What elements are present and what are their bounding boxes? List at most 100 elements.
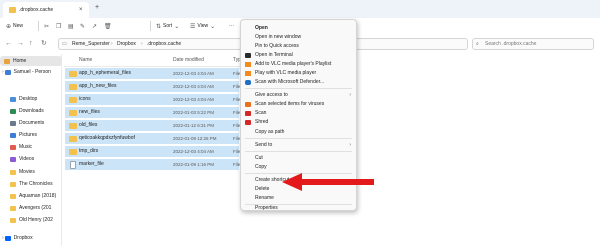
menu-item-open-new-window[interactable]: Open in new window xyxy=(241,33,356,42)
close-icon[interactable]: × xyxy=(79,6,83,14)
file-date: 2022-01-12 6:31 PM xyxy=(173,123,215,128)
sidebar-item-aquaman[interactable]: Aquaman (2018) xyxy=(0,191,62,201)
menu-item-vlc-playlist[interactable]: Add to VLC media player's Playlist xyxy=(241,60,356,69)
sidebar-item-desktop[interactable]: Desktop xyxy=(0,94,62,104)
menu-item-open-terminal[interactable]: Open in Terminal xyxy=(241,51,356,60)
sidebar-item-chronicles[interactable]: The Chronicles xyxy=(0,179,62,189)
menu-item-label: Properties xyxy=(255,205,278,211)
new-tab-button[interactable]: + xyxy=(95,3,99,13)
menu-item-rename[interactable]: Rename xyxy=(241,194,356,203)
breadcrumb-cache[interactable]: .dropbox.cache xyxy=(147,41,181,48)
file-name: tmp_dirs xyxy=(79,148,99,154)
menu-item-pin-quick-access[interactable]: Pin to Quick access xyxy=(241,42,356,51)
clipboard-icon: ▤ xyxy=(68,23,74,30)
menu-item-open[interactable]: Open xyxy=(241,24,356,33)
sidebar-item-videos[interactable]: Videos xyxy=(0,154,62,164)
cut-toolbar-button[interactable]: ✂ xyxy=(44,19,49,33)
file-date: 2022-12-03 4:04 AM xyxy=(173,71,214,76)
table-row[interactable]: old_files 2022-01-12 6:31 PM File fo xyxy=(65,120,245,131)
sort-label: Sort xyxy=(163,23,173,29)
table-row[interactable]: icons 2022-12-03 4:04 AM File fo xyxy=(65,94,245,105)
menu-item-label: Copy as path xyxy=(255,129,285,135)
sidebar-item-movies[interactable]: Movies xyxy=(0,167,62,177)
vlc-icon xyxy=(245,62,251,67)
sidebar-item-user[interactable]: › Samuel - Person xyxy=(0,67,62,77)
sort-button[interactable]: ⇅ Sort ⌄ xyxy=(156,19,179,33)
antivirus-icon xyxy=(245,102,251,107)
toolbar-divider xyxy=(150,21,151,31)
menu-item-scan-viruses[interactable]: Scan selected items for viruses xyxy=(241,100,356,109)
table-row[interactable]: new_files 2022-01-03 5:22 PM File fo xyxy=(65,107,245,118)
menu-item-label: Send to xyxy=(255,142,273,148)
menu-divider xyxy=(245,138,352,139)
menu-item-defender[interactable]: Scan with Microsoft Defender... xyxy=(241,78,356,87)
menu-item-label: Open xyxy=(255,25,268,31)
menu-item-properties[interactable]: Properties xyxy=(241,204,356,213)
menu-item-label: Delete xyxy=(255,186,270,192)
file-name: new_files xyxy=(79,109,100,115)
terminal-icon xyxy=(245,53,251,58)
more-options-button[interactable]: ··· xyxy=(229,19,234,33)
menu-item-scan[interactable]: Scan xyxy=(241,109,356,118)
tab-dropbox-cache[interactable]: .dropbox.cache × xyxy=(3,2,89,18)
new-label: New xyxy=(13,23,24,29)
sidebar-item-home[interactable]: Home xyxy=(0,56,62,66)
menu-item-give-access[interactable]: Give access to › xyxy=(241,91,356,100)
menu-item-label: Scan xyxy=(255,110,267,116)
sidebar-item-pictures[interactable]: Pictures xyxy=(0,130,62,140)
paste-toolbar-button[interactable]: ▤ xyxy=(68,19,74,33)
sidebar-item-avengers[interactable]: Avengers (201 xyxy=(0,203,62,213)
copy-toolbar-button[interactable]: ❐ xyxy=(56,19,61,33)
menu-item-vlc-play[interactable]: Play with VLC media player xyxy=(241,69,356,78)
refresh-icon[interactable]: ↻ xyxy=(41,39,47,49)
table-row[interactable]: marker_file 2022-01-09 1:16 PM File xyxy=(65,159,240,170)
view-button[interactable]: ☰ View ⌄ xyxy=(190,19,215,33)
table-row[interactable]: tmp_dirs 2022-12-03 4:04 AM File fo xyxy=(65,146,245,157)
sidebar-item-old-henry[interactable]: Old Henry (202 xyxy=(0,215,62,225)
file-name: icons xyxy=(79,96,91,102)
search-input[interactable]: ⌕ Search .dropbox.cache xyxy=(472,38,594,50)
file-name: app_h_new_files xyxy=(79,83,117,89)
chevron-right-icon: › xyxy=(141,41,143,47)
title-bar: .dropbox.cache × + xyxy=(0,0,600,18)
back-arrow-icon[interactable]: ← xyxy=(5,39,12,49)
menu-item-send-to[interactable]: Send to › xyxy=(241,141,356,150)
forward-arrow-icon[interactable]: → xyxy=(17,39,24,49)
up-arrow-icon[interactable]: ↑ xyxy=(29,39,33,49)
breadcrumb-dropbox[interactable]: Dropbox xyxy=(117,41,136,48)
document-icon xyxy=(10,120,16,126)
plus-circle-icon: ⊕ xyxy=(6,23,12,30)
delete-toolbar-button[interactable]: 🗑 xyxy=(104,19,112,33)
table-row[interactable]: qeticoakkqpdxzfynfuwbof 2022-01-09 12:26… xyxy=(65,133,245,144)
breadcrumb-reme[interactable]: Reme_Superster xyxy=(72,41,110,48)
share-toolbar-button[interactable]: ↗ xyxy=(92,19,97,33)
sidebar-item-downloads[interactable]: Downloads xyxy=(0,106,62,116)
menu-item-label: Open in new window xyxy=(255,34,302,40)
trash-icon: 🗑 xyxy=(104,23,112,30)
table-row[interactable]: app_h_ephemeral_files 2022-12-03 4:04 AM… xyxy=(65,68,245,79)
sidebar-item-dropbox[interactable]: › Dropbox xyxy=(0,233,62,243)
chevron-down-icon: ⌄ xyxy=(174,23,180,30)
column-header-name[interactable]: Name xyxy=(79,56,92,64)
sidebar-item-documents[interactable]: Documents xyxy=(0,118,62,128)
toolbar-divider xyxy=(38,21,39,31)
file-name: qeticoakkqpdxzfynfuwbof xyxy=(79,135,135,141)
menu-item-copy-path[interactable]: Copy as path xyxy=(241,128,356,137)
sidebar-item-music[interactable]: Music xyxy=(0,142,62,152)
copy-icon: ❐ xyxy=(56,23,62,30)
shield-icon xyxy=(245,80,251,85)
table-row[interactable]: app_h_new_files 2022-12-03 4:04 AM File … xyxy=(65,81,245,92)
rename-icon: ✎ xyxy=(80,23,86,30)
menu-item-shred[interactable]: Shred xyxy=(241,118,356,127)
new-button[interactable]: ⊕ New xyxy=(6,19,23,33)
file-name: old_files xyxy=(79,122,98,128)
rename-toolbar-button[interactable]: ✎ xyxy=(80,19,85,33)
menu-item-label: Pin to Quick access xyxy=(255,43,299,49)
menu-item-cut[interactable]: Cut xyxy=(241,154,356,163)
sidebar: Home › Samuel - Person Desktop Downloads… xyxy=(0,54,62,246)
folder-icon xyxy=(69,97,77,103)
column-header-date[interactable]: Date modified xyxy=(173,56,204,64)
share-icon: ↗ xyxy=(92,23,98,30)
file-icon xyxy=(70,161,76,169)
menu-item-label: Open in Terminal xyxy=(255,52,293,58)
